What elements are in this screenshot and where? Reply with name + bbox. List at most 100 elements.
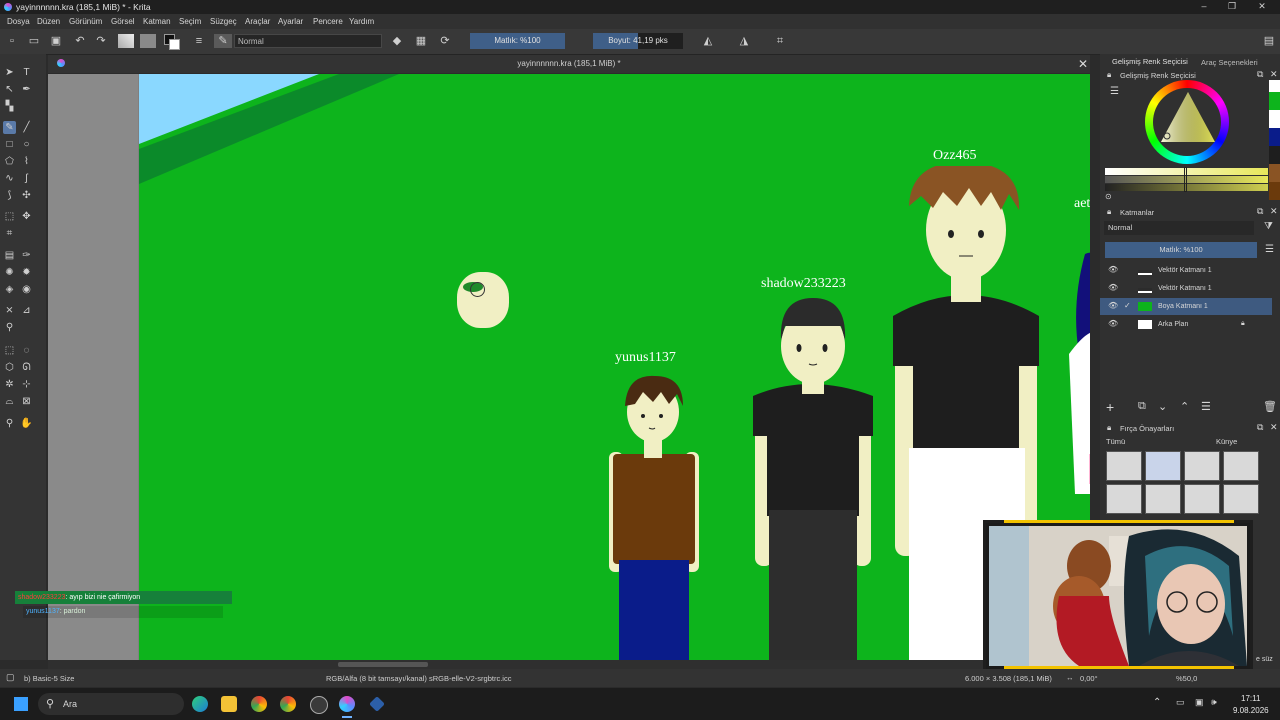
blend-mode-select[interactable]: Normal <box>234 34 382 48</box>
krita-taskbar-icon[interactable] <box>339 696 355 712</box>
wrap-around-icon[interactable]: ⌗ <box>773 34 787 48</box>
eye-icon[interactable]: 👁︎ <box>1108 283 1118 292</box>
network-icon[interactable]: ▭ <box>1176 697 1185 708</box>
fill-pattern-icon[interactable] <box>140 34 156 48</box>
move-layer-up-icon[interactable]: ⌃ <box>1180 400 1189 413</box>
menu-view[interactable]: Görünüm <box>69 17 102 26</box>
measure-tool-icon[interactable]: ⊿ <box>20 304 33 317</box>
delete-layer-icon[interactable]: 🗑︎ <box>1263 400 1277 413</box>
eye-icon[interactable]: 👁︎ <box>1108 319 1118 328</box>
color-picker-icon[interactable]: ✑ <box>20 249 33 262</box>
freehand-path-icon[interactable]: ʃ <box>20 172 33 185</box>
assistant-icon[interactable]: ▚ <box>3 100 16 113</box>
reference-tool-icon[interactable]: ⚲ <box>3 321 16 334</box>
minimize-button[interactable]: – <box>1190 1 1218 11</box>
brush-preset[interactable] <box>1106 484 1142 514</box>
polygon-select-icon[interactable]: ⬡ <box>3 361 16 374</box>
menu-window[interactable]: Pencere <box>313 17 343 26</box>
rectangle-tool-icon[interactable]: □ <box>3 138 16 151</box>
color-options-icon[interactable]: ⊙ <box>1105 192 1112 201</box>
crop-tool-icon[interactable]: ⌗ <box>3 227 16 240</box>
lock-icon[interactable]: 🔒︎ <box>1107 70 1111 80</box>
eraser-icon[interactable]: ◆ <box>390 34 404 48</box>
chrome-profile-icon[interactable] <box>280 696 296 712</box>
calligraphy-icon[interactable]: ✒ <box>20 83 33 96</box>
magnetic-select-icon[interactable]: ⊠ <box>20 395 33 408</box>
menu-file[interactable]: Dosya <box>7 17 30 26</box>
smart-patch-icon[interactable]: ✺ <box>3 266 16 279</box>
similar-select-icon[interactable]: ⊹ <box>20 378 33 391</box>
layer-row[interactable]: 👁︎ Vektör Katmanı 1 <box>1100 280 1272 297</box>
float-panel-icon[interactable]: ⧉ <box>1257 206 1263 217</box>
windows-start-icon[interactable] <box>14 697 28 711</box>
redo-icon[interactable]: ↷ <box>94 34 108 48</box>
opacity-slider[interactable]: Matlık: %100 <box>470 33 565 49</box>
close-panel-icon[interactable]: ✕ <box>1270 422 1278 433</box>
move-layer-down-icon[interactable]: ⌄ <box>1158 400 1167 413</box>
alpha-lock-icon[interactable]: ▦ <box>414 34 428 48</box>
brush-preset[interactable] <box>1223 451 1259 481</box>
float-panel-icon[interactable]: ⧉ <box>1257 422 1263 433</box>
lock-icon[interactable]: 🔒︎ <box>1241 320 1245 328</box>
layer-filter-icon[interactable]: ⧩ <box>1264 221 1273 232</box>
layer-row-selected[interactable]: 👁︎ ✓ Boya Katmanı 1 <box>1100 298 1272 315</box>
menu-select[interactable]: Seçim <box>179 17 201 26</box>
monitor-icon[interactable]: ▣ <box>1195 697 1204 708</box>
chrome-icon[interactable] <box>251 696 267 712</box>
mirror-horizontal-icon[interactable]: ◭ <box>701 34 715 48</box>
select-shapes-icon[interactable]: ➤ <box>3 66 16 79</box>
text-tool-icon[interactable]: T <box>20 66 33 79</box>
menu-image[interactable]: Görsel <box>111 17 135 26</box>
volume-icon[interactable]: 🕪︎ <box>1211 697 1217 708</box>
dynamic-brush-icon[interactable]: ⟆ <box>3 189 16 202</box>
color-settings-icon[interactable]: ☰ <box>1110 86 1119 97</box>
layers-blend-select[interactable]: Normal <box>1104 221 1254 235</box>
lock-icon[interactable]: 🔒︎ <box>1107 423 1111 433</box>
brush-tag-select[interactable]: Künye <box>1216 437 1237 446</box>
close-button[interactable]: ✕ <box>1248 1 1276 12</box>
brush-preset[interactable] <box>1145 484 1181 514</box>
obs-icon[interactable] <box>310 696 328 714</box>
layer-row[interactable]: 👁︎ Vektör Katmanı 1 <box>1100 262 1272 279</box>
menu-edit[interactable]: Düzen <box>37 17 60 26</box>
app-icon[interactable] <box>369 696 385 712</box>
maximize-button[interactable]: ❐ <box>1218 1 1246 12</box>
fill-gradient-icon[interactable] <box>118 34 134 48</box>
brush-preset[interactable] <box>1223 484 1259 514</box>
contiguous-select-icon[interactable]: ✲ <box>3 378 16 391</box>
move-tool-icon[interactable]: ✥ <box>20 210 33 223</box>
layer-properties-icon[interactable]: ☰ <box>1201 400 1211 413</box>
multibrush-icon[interactable]: ✣ <box>20 189 33 202</box>
brush-preset-icon[interactable]: ✎ <box>214 34 232 48</box>
new-document-icon[interactable]: ▫ <box>5 34 19 48</box>
rotation-value[interactable]: 0,00° <box>1080 674 1098 683</box>
eye-icon[interactable]: 👁︎ <box>1108 265 1118 274</box>
layers-menu-icon[interactable]: ☰ <box>1265 244 1274 255</box>
horizontal-scrollbar[interactable] <box>48 660 1090 669</box>
float-panel-icon[interactable]: ⧉ <box>1257 69 1263 80</box>
color-swatch-icon[interactable] <box>164 34 180 50</box>
open-folder-icon[interactable]: ▭ <box>27 34 41 48</box>
brush-preset[interactable] <box>1106 451 1142 481</box>
pan-tool-icon[interactable]: ✋ <box>20 417 33 430</box>
menu-help[interactable]: Yardım <box>349 17 374 26</box>
freehand-brush-icon[interactable]: ✎ <box>3 121 16 134</box>
color-history-strip[interactable] <box>1269 80 1280 200</box>
lock-icon[interactable]: 🔒︎ <box>1107 207 1111 217</box>
tab-tool-options[interactable]: Araç Seçenekleri <box>1201 58 1258 67</box>
workspace-icon[interactable]: ▤ <box>1262 34 1276 48</box>
tray-chevron-icon[interactable]: ⌃ <box>1153 697 1161 708</box>
transform-tool-icon[interactable]: ⬚ <box>3 210 16 223</box>
polygon-tool-icon[interactable]: ⬠ <box>3 155 16 168</box>
bezier-select-icon[interactable]: ⌓ <box>3 395 16 408</box>
menu-filter[interactable]: Süzgeç <box>210 17 237 26</box>
size-slider[interactable]: Boyut: 41,19 pks <box>593 33 683 49</box>
zoom-tool-icon[interactable]: ⚲ <box>3 417 16 430</box>
ellipse-select-icon[interactable]: ◌ <box>20 344 33 357</box>
close-panel-icon[interactable]: ✕ <box>1270 69 1278 80</box>
brush-settings-icon[interactable]: ≡ <box>192 34 206 48</box>
assistant-tool-icon[interactable]: ⨯ <box>3 304 16 317</box>
freehand-select-icon[interactable]: ᘏ <box>20 361 33 374</box>
menu-tools[interactable]: Araçlar <box>245 17 270 26</box>
rect-select-icon[interactable]: ⬚ <box>3 344 16 357</box>
